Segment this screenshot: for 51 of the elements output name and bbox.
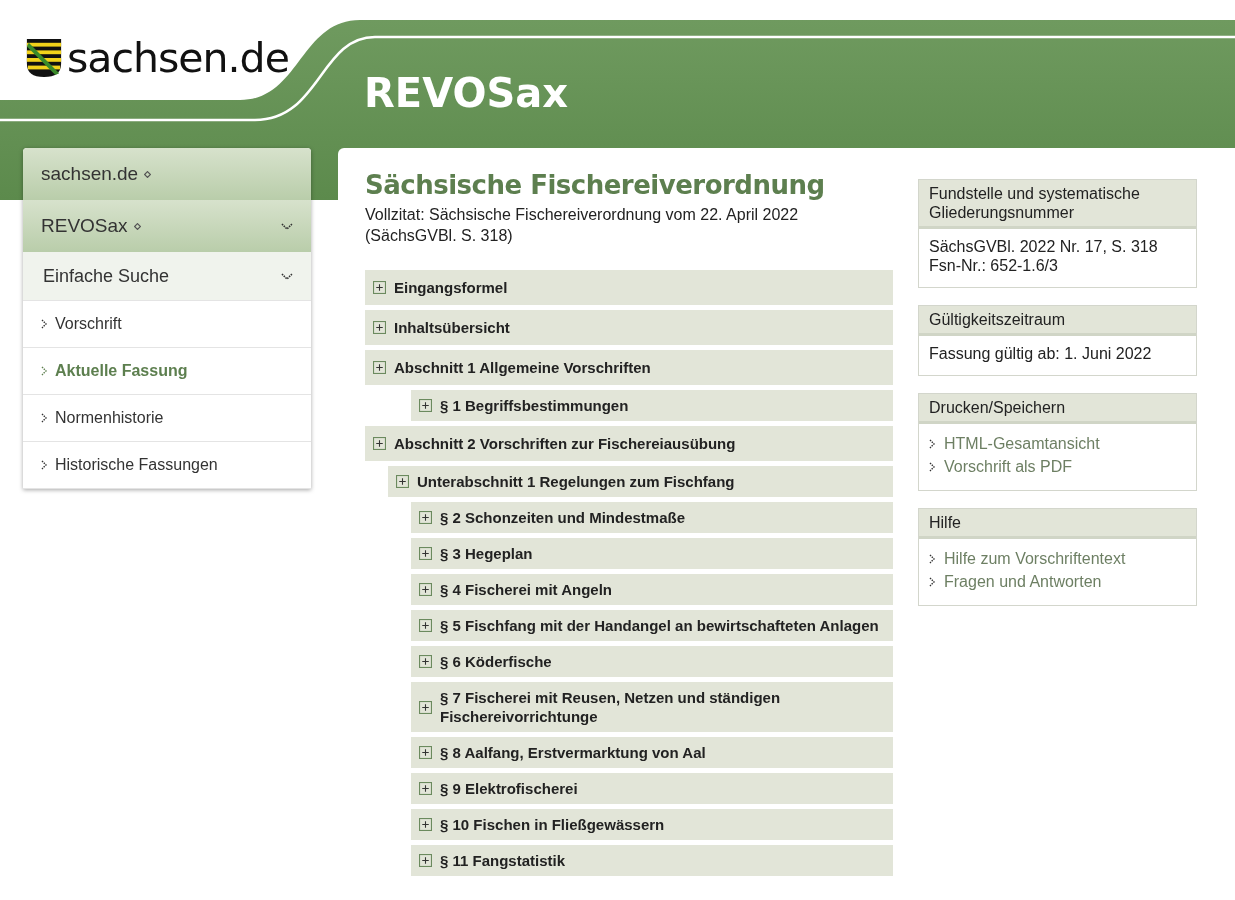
info-link[interactable]: Vorschrift als PDF — [944, 455, 1073, 478]
diamond-icon — [133, 222, 141, 230]
document-title: Sächsische Fischereiverordnung — [365, 170, 826, 200]
outline-item[interactable]: § 2 Schonzeiten und Mindestmaße — [411, 502, 893, 533]
info-link[interactable]: Hilfe zum Vorschriftentext — [944, 547, 1126, 570]
chevron-right-icon — [41, 366, 47, 376]
outline-item[interactable]: § 1 Begriffsbestimmungen — [411, 390, 893, 421]
info-text: Fsn-Nr.: 652-1.6/3 — [929, 256, 1059, 275]
outline-item[interactable]: Eingangsformel — [365, 270, 893, 305]
sidebar-item[interactable]: REVOSax — [23, 200, 311, 252]
outline-item[interactable]: § 8 Aalfang, Erstvermarktung von Aal — [411, 737, 893, 768]
sidebar-item[interactable]: Historische Fassungen — [23, 442, 311, 489]
outline-item[interactable]: Abschnitt 2 Vorschriften zur Fischereiausübung — [365, 426, 893, 461]
sidebar-item[interactable]: Normenhistorie — [23, 395, 311, 442]
outline-item[interactable]: § 3 Hegeplan — [411, 538, 893, 569]
app-title: REVOSax — [364, 70, 568, 116]
outline-item[interactable]: § 4 Fischerei mit Angeln — [411, 574, 893, 605]
chevron-right-icon — [41, 460, 47, 470]
sidebar-item[interactable]: Vorschrift — [23, 301, 311, 348]
info-box-title: Hilfe — [919, 509, 1196, 539]
outline-item[interactable]: Unterabschnitt 1 Regelungen zum Fischfang — [388, 466, 893, 497]
info-text: Fassung gültig ab: 1. Juni 2022 — [929, 344, 1153, 363]
diamond-icon — [144, 170, 152, 178]
outline-item[interactable]: § 10 Fischen in Fließgewässern — [411, 809, 893, 840]
chevron-right-icon — [41, 319, 47, 329]
chevron-right-icon — [929, 576, 935, 587]
chevron-right-icon — [929, 438, 935, 449]
outline-item[interactable]: § 5 Fischfang mit der Handangel an bewirtschafteten Anlagen — [411, 610, 893, 641]
info-text: SächsGVBl. 2022 Nr. 17, S. 318 — [929, 237, 1159, 256]
outline-item[interactable]: § 7 Fischerei mit Reusen, Netzen und ständigen Fischereivorrichtunge — [411, 682, 893, 732]
chevron-right-icon — [929, 461, 935, 472]
citation-text: Vollzitat: Sächsische Fischereiverordnung vom 22. April 2022 (SächsGVBl. S. 318) — [365, 205, 800, 246]
outline-item[interactable]: § 11 Fangstatistik — [411, 845, 893, 876]
coat-of-arms-icon — [25, 36, 63, 80]
chevron-down-icon — [281, 222, 293, 230]
outline-item[interactable]: § 9 Elektrofischerei — [411, 773, 893, 804]
info-box-title: Drucken/Speichern — [919, 394, 1196, 424]
outline-item[interactable]: § 6 Köderfische — [411, 646, 893, 677]
sidebar-item[interactable]: Einfache Suche — [23, 252, 311, 301]
chevron-down-icon — [281, 272, 293, 280]
outline-item[interactable]: Abschnitt 1 Allgemeine Vorschriften — [365, 350, 893, 385]
info-box-title: Fundstelle und systematische Gliederungsnummer — [919, 180, 1196, 229]
chevron-right-icon — [41, 413, 47, 423]
chevron-right-icon — [929, 553, 935, 564]
info-link[interactable]: Fragen und Antworten — [944, 570, 1102, 593]
outline-item[interactable]: Inhaltsübersicht — [365, 310, 893, 345]
info-box-title: Gültigkeitszeitraum — [919, 306, 1196, 336]
sidebar-item[interactable]: Aktuelle Fassung — [23, 348, 311, 395]
site-logo[interactable]: sachsen.de — [25, 34, 289, 82]
sidebar-item[interactable]: sachsen.de — [23, 148, 311, 200]
info-link[interactable]: HTML-Gesamtansicht — [944, 432, 1100, 455]
